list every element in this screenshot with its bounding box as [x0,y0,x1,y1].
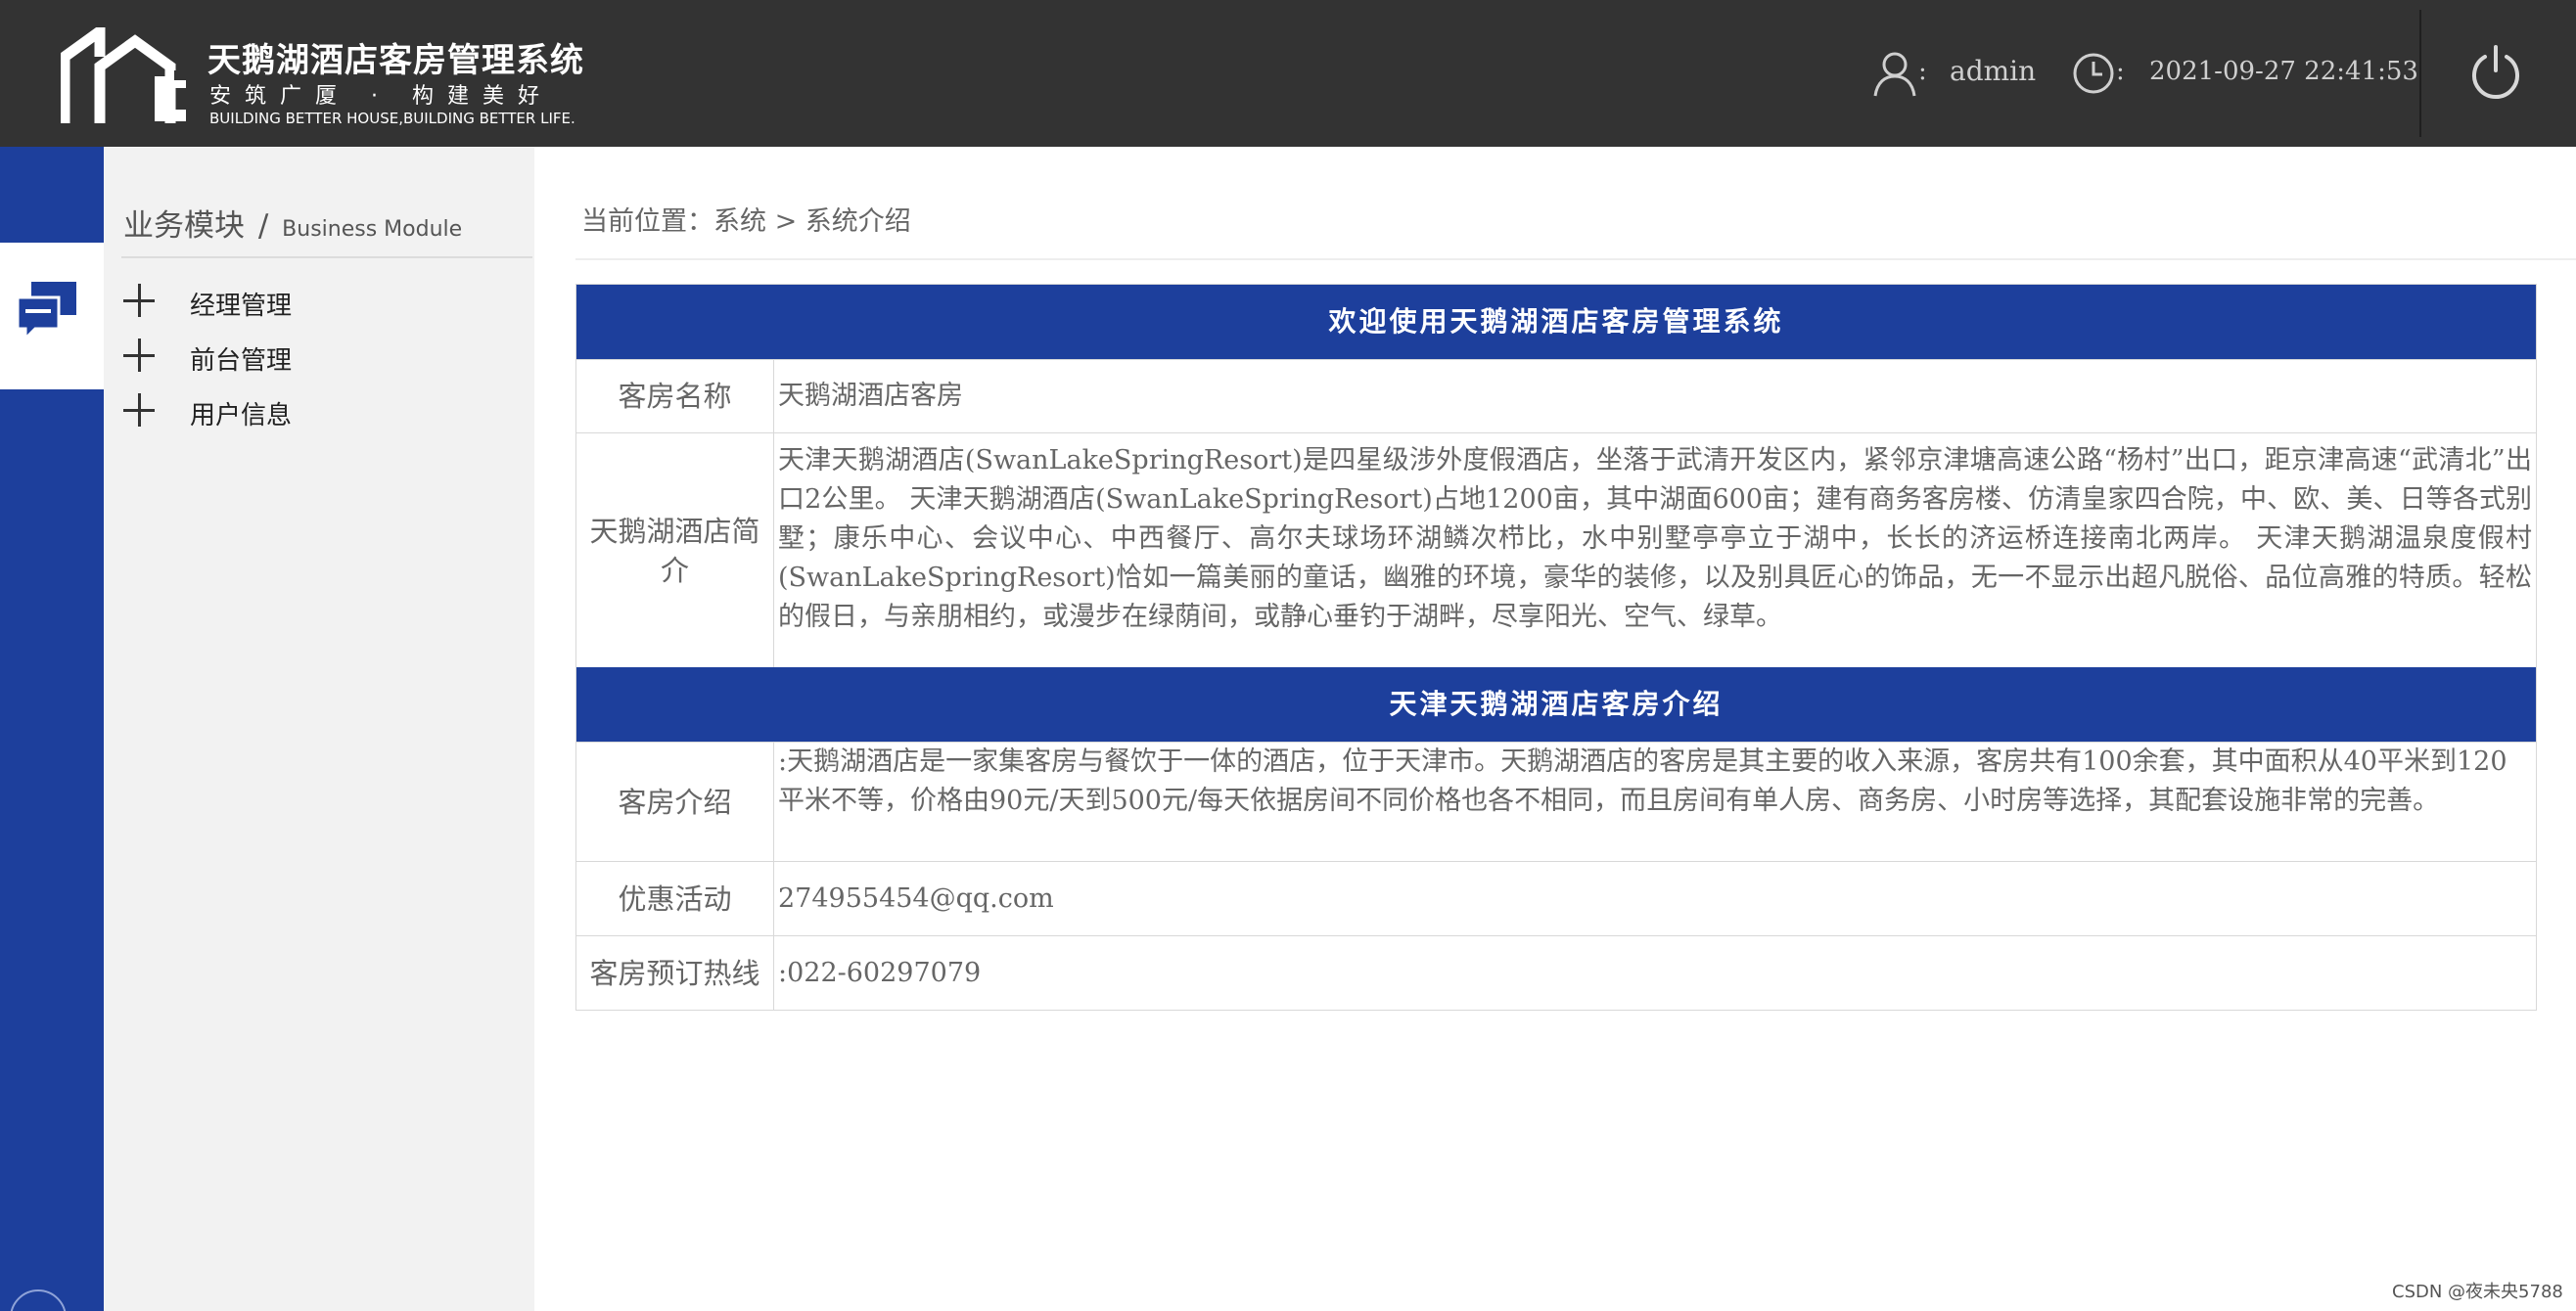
sidebar-item-manager[interactable]: 经理管理 [123,282,515,321]
row-value: :022-60297079 [778,957,982,988]
chat-icon[interactable] [14,276,82,344]
table-row: 天鹅湖酒店简介 天津天鹅湖酒店(SwanLakeSpringResort)是四星… [576,432,2536,667]
table-row: 客房名称 天鹅湖酒店客房 [576,359,2536,432]
plus-icon [123,339,157,372]
sidebar-item-frontdesk[interactable]: 前台管理 [123,337,515,376]
plus-icon [123,393,157,427]
module-title-cn: 业务模块 [123,208,245,244]
user-icon [1873,52,1916,97]
top-header: 天鹅湖酒店客房管理系统 安筑广厦 · 构建美好 BUILDING BETTER … [0,0,2576,147]
logo-title: 天鹅湖酒店客房管理系统 [207,41,584,80]
row-value: 天津天鹅湖酒店(SwanLakeSpringResort)是四星级涉外度假酒店，… [778,445,2532,632]
table-row: 客房预订热线 :022-60297079 [576,935,2536,1010]
plus-icon [123,284,157,317]
welcome-title: 欢迎使用天鹅湖酒店客房管理系统 [576,285,2536,359]
logo-slogan-en: BUILDING BETTER HOUSE,BUILDING BETTER LI… [209,110,575,127]
username: admin [1950,55,2037,87]
module-divider [121,256,532,258]
current-datetime: 2021-09-27 22:41:53 [2149,57,2418,86]
row-label: 客房名称 [576,360,774,432]
user-colon: : [1918,57,1927,86]
table-row: 客房介绍 :天鹅湖酒店是一家集客房与餐饮于一体的酒店，位于天津市。天鹅湖酒店的客… [576,742,2536,861]
sidebar-item-userinfo[interactable]: 用户信息 [123,391,515,430]
clock-icon [2073,53,2114,94]
section-title: 天津天鹅湖酒店客房介绍 [576,667,2536,742]
header-divider [2419,10,2421,137]
breadcrumb: 当前位置：系统 > 系统介绍 [581,206,911,237]
module-title: 业务模块 / Business Module [123,201,462,245]
breadcrumb-divider [575,258,2576,260]
row-label: 客房预订热线 [576,936,774,1010]
power-icon[interactable] [2468,43,2523,102]
row-value: 天鹅湖酒店客房 [778,381,963,411]
logo-icon [61,27,188,123]
sidebar-item-label: 经理管理 [190,292,293,321]
row-label: 优惠活动 [576,862,774,935]
logo-slogan: 安筑广厦 · 构建美好 [209,84,553,109]
sidebar [104,147,534,1311]
sidebar-item-label: 前台管理 [190,346,293,376]
row-label: 天鹅湖酒店简介 [576,433,774,667]
clock-colon: : [2116,57,2125,86]
row-label: 客房介绍 [576,743,774,861]
sidebar-item-label: 用户信息 [190,401,293,430]
row-value: 274955454@qq.com [778,882,1054,914]
row-value: :天鹅湖酒店是一家集客房与餐饮于一体的酒店，位于天津市。天鹅湖酒店的客房是其主要… [778,746,2507,816]
system-intro-panel: 欢迎使用天鹅湖酒店客房管理系统 客房名称 天鹅湖酒店客房 天鹅湖酒店简介 天津天… [575,284,2537,1011]
module-title-en: Business Module [282,217,463,242]
watermark: CSDN @夜未央5788 [2392,1282,2563,1302]
table-row: 优惠活动 274955454@qq.com [576,861,2536,935]
module-title-separator: / [257,208,269,244]
